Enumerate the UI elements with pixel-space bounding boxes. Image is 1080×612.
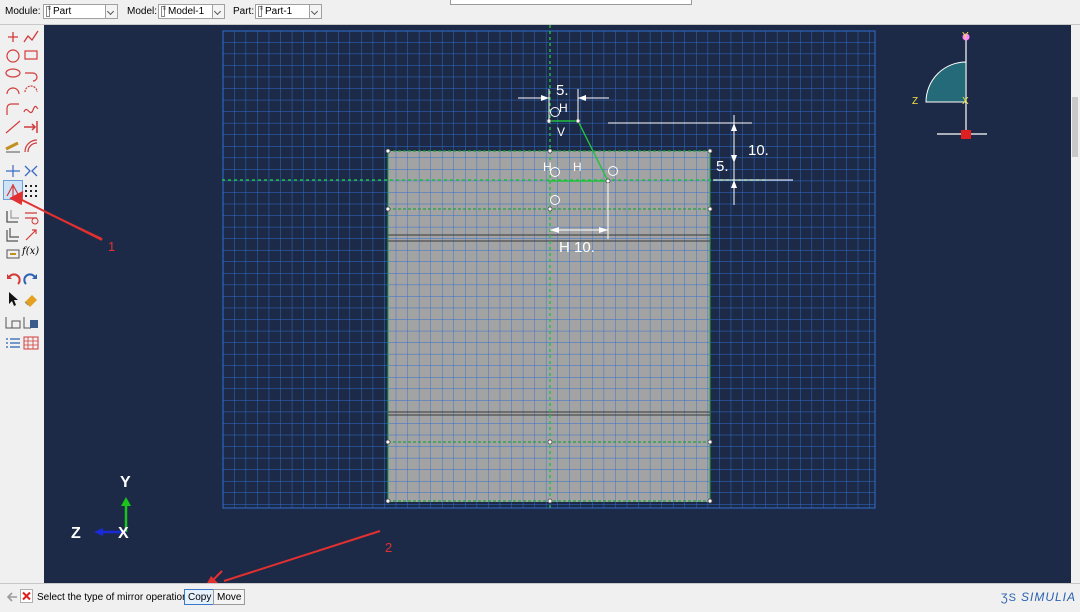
constraint-horizontal-right: H <box>573 160 582 174</box>
spin-icon: ⇕ <box>258 6 264 17</box>
redo-icon[interactable] <box>22 270 40 288</box>
annotation-arrow-1-head <box>9 190 103 241</box>
create-construction-line-icon[interactable] <box>4 118 22 136</box>
move-button[interactable]: Move <box>213 589 246 605</box>
undo-icon[interactable] <box>4 270 22 288</box>
module-label: Module: <box>5 6 41 17</box>
dimension-top[interactable]: 5. <box>556 82 569 99</box>
dimension-right-small[interactable]: 5. <box>716 158 729 175</box>
add-dimension-icon[interactable] <box>22 118 40 136</box>
sketch-done-icon[interactable] <box>4 313 22 331</box>
create-circle-icon[interactable] <box>4 46 22 64</box>
view-triad-z: Z <box>912 96 918 107</box>
view-triad-y: Y <box>962 31 969 42</box>
part-combobox[interactable]: ⇕ Part-1 <box>255 4 322 19</box>
create-polyline-icon[interactable] <box>22 28 40 46</box>
annotation-arrow-2 <box>223 530 381 582</box>
simulia-logo: ƷS SIMULIA <box>1001 590 1076 604</box>
constraint-horizontal-top: H <box>559 101 568 115</box>
create-rectangle-icon[interactable] <box>22 46 40 64</box>
global-axis-triad: Y Z X <box>71 474 131 542</box>
create-fillet-icon[interactable] <box>4 100 22 118</box>
model-label: Model: <box>127 6 158 17</box>
simulia-brand-text: SIMULIA <box>1020 590 1076 604</box>
spin-icon: ⇕ <box>46 6 52 17</box>
dimension-right-large[interactable]: 10. <box>748 142 769 159</box>
model-value: Model-1 <box>168 6 205 17</box>
simulia-ds-icon: ƷS <box>1000 592 1021 604</box>
model-combobox[interactable]: ⇕ Model-1 <box>158 4 225 19</box>
create-ellipse-icon[interactable] <box>4 64 22 82</box>
select-arrow-icon[interactable] <box>4 290 22 308</box>
eraser-icon[interactable] <box>22 290 40 308</box>
global-triad-x: X <box>118 525 129 542</box>
context-bar: Module: ⇕ Part Model: ⇕ Model-1 Part: ⇕ … <box>0 0 1080 25</box>
create-arc-three-points-icon[interactable] <box>22 82 40 100</box>
module-value: Part <box>53 6 72 17</box>
copy-button[interactable]: Copy <box>184 589 216 605</box>
view-triad: Y Z X <box>912 31 987 139</box>
sketch-canvas[interactable]: 5. 5. 10. H 10. H V H H Y Z X Y Z X 1 2 <box>44 25 1071 583</box>
constraint-vertical: V <box>557 125 565 139</box>
delete-icon[interactable] <box>4 245 22 263</box>
create-point-icon[interactable] <box>4 28 22 46</box>
back-arrow-icon[interactable] <box>6 590 18 604</box>
module-combobox[interactable]: ⇕ Part <box>43 4 118 19</box>
sketch-viewport[interactable]: 5. 5. 10. H 10. H V H H Y Z X Y Z X 1 2 <box>44 25 1071 583</box>
chevron-down-icon[interactable] <box>105 5 117 18</box>
part-value: Part-1 <box>265 6 293 17</box>
part-label: Part: <box>233 6 255 17</box>
constraint-horizontal-left: H <box>543 160 552 174</box>
dimension-bottom[interactable]: H 10. <box>559 239 595 256</box>
list-options-icon[interactable] <box>4 334 22 352</box>
global-triad-y: Y <box>120 474 131 491</box>
create-spline-icon[interactable] <box>22 100 40 118</box>
global-triad-z: Z <box>71 525 81 542</box>
grid-options-icon[interactable] <box>22 334 40 352</box>
view-triad-x: X <box>962 96 969 107</box>
annotation-label-2: 2 <box>385 540 392 555</box>
scrollbar-thumb[interactable] <box>1072 97 1078 157</box>
create-arc-center-icon[interactable] <box>4 82 22 100</box>
create-arc-tangent-icon[interactable] <box>22 64 40 82</box>
viewport-scrollbar[interactable] <box>1071 25 1080 583</box>
chevron-down-icon[interactable] <box>309 5 321 18</box>
parameter-manager-icon[interactable]: f(x) <box>22 246 40 264</box>
save-sketch-icon[interactable] <box>22 313 40 331</box>
chevron-down-icon[interactable] <box>212 5 224 18</box>
title-fragment <box>450 0 692 5</box>
sketch-toolbox: f(x) <box>0 25 45 583</box>
cancel-x-icon[interactable] <box>20 589 33 603</box>
spin-icon: ⇕ <box>161 6 167 17</box>
prompt-area: Select the type of mirror operation: Cop… <box>0 583 1080 612</box>
prompt-text: Select the type of mirror operation: <box>37 592 191 603</box>
